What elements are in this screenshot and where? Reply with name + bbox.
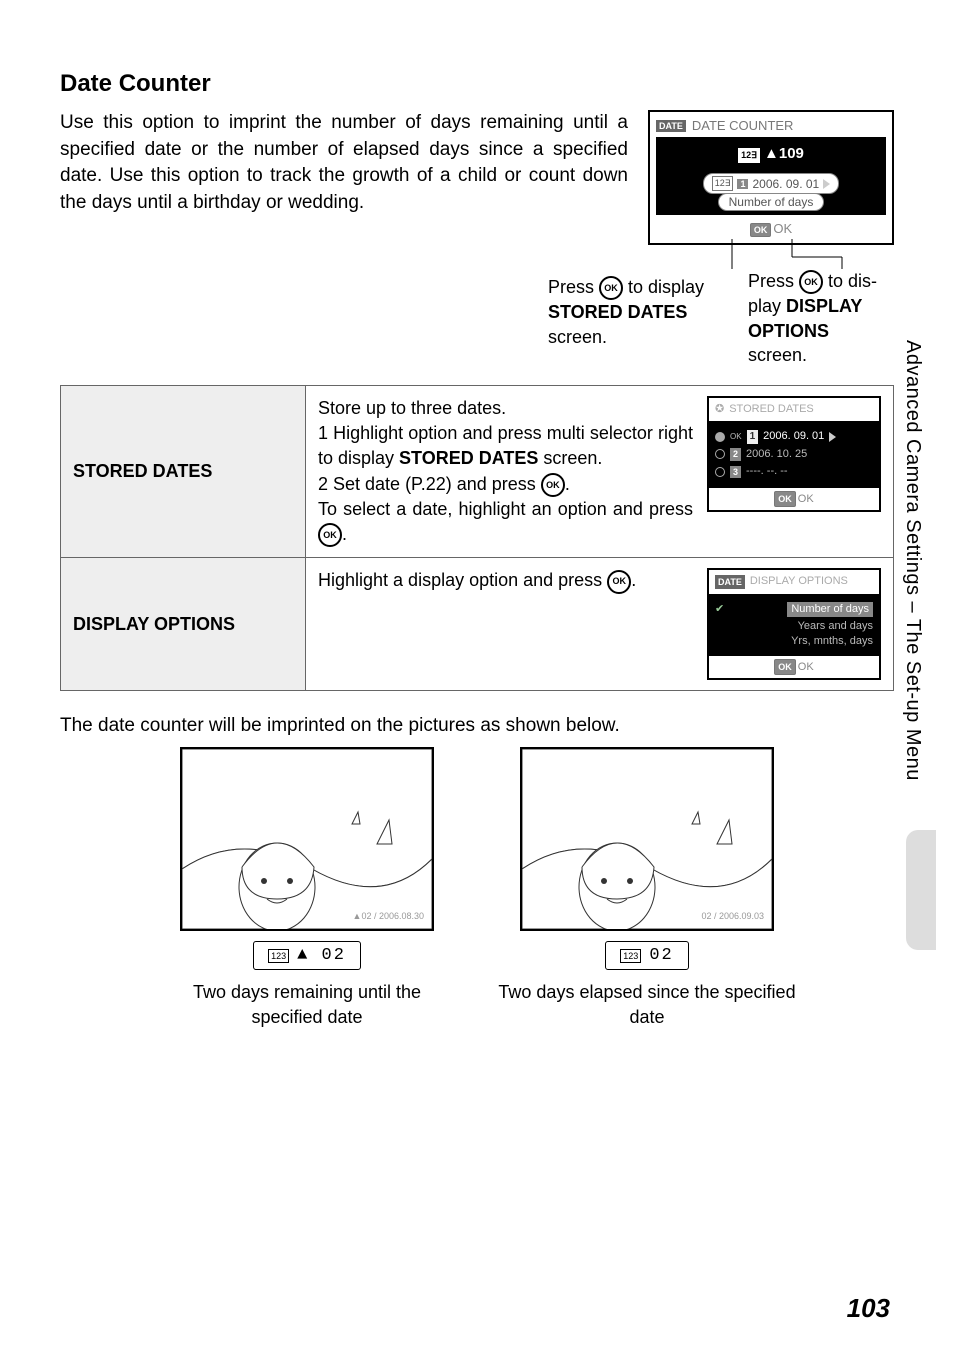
intro-paragraph: Use this option to imprint the number of… <box>60 110 628 365</box>
options-table: STORED DATES Store up to three dates. 1 … <box>60 385 894 691</box>
counter-icon: 123 <box>268 949 289 963</box>
ok-button-icon: OK <box>607 570 631 594</box>
number-of-days-pill: Number of days <box>718 193 825 211</box>
date-slot-badge: 1 <box>737 179 748 189</box>
slot-badge: 2 <box>730 448 741 461</box>
display-options-screen: DATE DISPLAY OPTIONS ✔ Number of days Year… <box>707 568 881 680</box>
stored-dates-screen: ✪ STORED DATES OK 1 2006. 09. 01 2 2006. … <box>707 396 881 512</box>
page-number: 103 <box>847 1293 890 1324</box>
lcd-date-field: 12∃ 1 2006. 09. 01 <box>703 173 839 194</box>
stored-dates-description: Store up to three dates. 1 Highlight opt… <box>318 396 693 547</box>
example-elapsed: 02 / 2006.09.03 123 02 Two days elapsed … <box>497 747 797 1029</box>
photo-illustration: 02 / 2006.09.03 <box>520 747 774 931</box>
ok-icon: OK <box>774 491 796 508</box>
date-counter-screen: DATE DATE COUNTER 12∃ ▲109 12∃ 1 2006. 0… <box>648 110 894 245</box>
scene-drawing <box>182 749 432 929</box>
check-icon: ✔ <box>715 602 724 617</box>
table-row: STORED DATES Store up to three dates. 1 … <box>61 386 894 558</box>
ok-button-icon: OK <box>541 473 565 497</box>
leader-display-options: Press OK to dis- play DISPLAY OPTIONS sc… <box>748 269 918 367</box>
slot-badge: 1 <box>747 430 759 444</box>
radio-icon <box>715 449 725 459</box>
lcd-title: DATE COUNTER <box>692 118 794 133</box>
caption-remaining: Two days remaining until the specified d… <box>157 980 457 1029</box>
slot-badge: 3 <box>730 466 741 479</box>
example-remaining: ▲02 / 2006.08.30 123 ▲ 02 Two days remai… <box>157 747 457 1029</box>
radio-icon <box>715 432 725 442</box>
leader-stored-dates: Press OK to display STORED DATES screen. <box>548 275 738 349</box>
stored-date-3: ----. --. -- <box>746 464 788 479</box>
date-badge-icon: DATE <box>715 575 745 590</box>
side-chapter-text: Advanced Camera Settings – The Set-up Me… <box>901 340 924 781</box>
date-field-icon: 12∃ <box>712 176 734 191</box>
chevron-right-icon <box>823 179 830 189</box>
lcd-ok-text: OK <box>773 221 792 236</box>
counter-icon: 12∃ <box>738 148 760 163</box>
side-tab <box>906 830 936 950</box>
ok-button-icon: OK <box>799 270 823 294</box>
radio-icon <box>715 467 725 477</box>
lcd-count: ▲109 <box>764 145 804 162</box>
ok-icon: OK <box>774 659 796 676</box>
display-options-description: Highlight a display option and press OK. <box>318 568 693 593</box>
option-yrs-mnths-days: Yrs, mnths, days <box>715 634 873 649</box>
option-number-of-days: Number of days <box>787 602 873 617</box>
lcd-date-value: 2006. 09. 01 <box>752 177 819 191</box>
imprint-text: 02 / 2006.09.03 <box>701 911 764 921</box>
row-label-display-options: DISPLAY OPTIONS <box>61 558 306 691</box>
stored-date-1: 2006. 09. 01 <box>763 429 824 444</box>
caption-elapsed: Two days elapsed since the specified dat… <box>497 980 797 1029</box>
mini-title: DISPLAY OPTIONS <box>750 574 848 589</box>
date-badge-icon: DATE <box>656 120 686 132</box>
section-title: Date Counter <box>60 70 894 98</box>
ok-button-icon: OK <box>318 523 342 547</box>
callout-remaining: 123 ▲ 02 <box>253 941 361 970</box>
photo-illustration: ▲02 / 2006.08.30 <box>180 747 434 931</box>
imprint-note: The date counter will be imprinted on th… <box>60 715 894 737</box>
scene-drawing <box>522 749 772 929</box>
mini-title: STORED DATES <box>729 402 814 417</box>
table-row: DISPLAY OPTIONS Highlight a display opti… <box>61 558 894 691</box>
imprint-text: ▲02 / 2006.08.30 <box>353 911 424 921</box>
row-label-stored-dates: STORED DATES <box>61 386 306 558</box>
clock-icon: ✪ <box>715 402 724 417</box>
option-years-and-days: Years and days <box>715 619 873 634</box>
ok-button-icon: OK <box>599 276 623 300</box>
callout-elapsed: 123 02 <box>605 941 688 970</box>
ok-icon: OK <box>750 223 772 237</box>
chevron-right-icon <box>829 432 836 442</box>
counter-icon: 123 <box>620 949 641 963</box>
stored-date-2: 2006. 10. 25 <box>746 447 807 462</box>
